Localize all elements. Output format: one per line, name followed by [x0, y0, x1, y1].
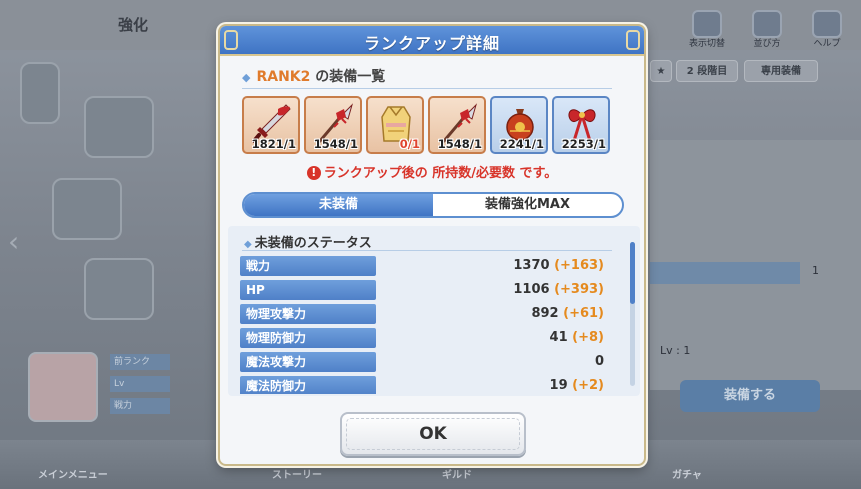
sort-icon[interactable]: [752, 10, 782, 38]
stat-bonus: (+393): [554, 282, 604, 297]
diamond-bullet-icon: ◆: [244, 239, 252, 250]
stat-bonus: (+2): [572, 378, 604, 393]
background-slot: [20, 62, 60, 124]
stat-label: 物理防御力: [240, 328, 376, 348]
stat-number: 892: [531, 306, 559, 321]
stat-label: 魔法防御力: [240, 376, 376, 394]
status-tabs: 未装備 装備強化MAX: [242, 192, 624, 218]
dialog-title: ランクアップ詳細: [363, 34, 500, 53]
exclamation-icon: !: [306, 166, 321, 180]
stat-row: HP 1106 (+393): [240, 280, 612, 300]
sort-label: 並び方: [753, 39, 781, 49]
equipment-slot-5[interactable]: 2241/1: [490, 96, 548, 154]
stat-value: 1106 (+393): [513, 280, 604, 300]
stat-bonus: (+8): [572, 330, 604, 345]
display-toggle-icon[interactable]: [692, 10, 722, 38]
divider: [242, 88, 612, 89]
equipment-slot-6[interactable]: 2253/1: [552, 96, 610, 154]
stat-label: HP: [240, 280, 376, 300]
stat-bonus: (+61): [563, 306, 604, 321]
stats-heading-text: 未装備のステータス: [254, 236, 372, 251]
ok-button[interactable]: OK: [340, 412, 526, 456]
equipment-count: 1548/1: [313, 137, 358, 151]
notice-text: ランクアップ後の 所持数/必要数 です。: [323, 166, 558, 181]
stat-number: 41: [549, 330, 568, 345]
equipment-count: 2241/1: [499, 137, 544, 151]
divider: [242, 250, 612, 251]
stat-row: 物理攻撃力 892 (+61): [240, 304, 612, 324]
diamond-bullet-icon: ◆: [242, 71, 251, 84]
stat-value: 1370 (+163): [513, 256, 604, 276]
background-chip-star[interactable]: ★: [650, 60, 672, 82]
equipment-count: 1821/1: [251, 137, 296, 151]
equipment-list-suffix: の装備一覧: [310, 69, 386, 85]
stat-number: 1370: [513, 258, 550, 273]
stats-scrollbar[interactable]: [630, 242, 635, 386]
equipment-count: 2253/1: [561, 137, 606, 151]
equipment-slot-4[interactable]: 1548/1: [428, 96, 486, 154]
equipment-list-heading: ◆ RANK2 の装備一覧: [242, 66, 385, 86]
stats-panel: ◆ 未装備のステータス 戦力 1370 (+163) HP 1106 (+393)…: [228, 226, 640, 396]
rank-up-details-dialog: ランクアップ詳細 ◆ RANK2 の装備一覧 1821/1 1548/1 0/1…: [218, 24, 646, 466]
background-tab-label[interactable]: 強化: [118, 14, 148, 35]
stat-row: 戦力 1370 (+163): [240, 256, 612, 276]
stat-value: 41 (+8): [550, 328, 604, 348]
rank-label: RANK2: [256, 69, 311, 85]
stat-row: 魔法防御力 19 (+2): [240, 376, 612, 394]
tab-equip-enhance-max[interactable]: 装備強化MAX: [433, 194, 622, 216]
background-chip-stage[interactable]: 2 段階目: [676, 60, 738, 82]
stat-bonus: (+163): [554, 258, 604, 273]
left-arrow-icon[interactable]: ‹: [8, 225, 19, 258]
help-label: ヘルプ: [813, 39, 841, 49]
stat-value: 0: [595, 352, 604, 372]
display-toggle-label: 表示切替: [688, 39, 725, 49]
shortage-notice: ! ランクアップ後の 所持数/必要数 です。: [220, 162, 644, 181]
background-row: [650, 262, 800, 284]
equipment-count: 1548/1: [437, 137, 482, 151]
background-right-level: Lv : 1: [660, 344, 691, 357]
equipment-slot-2[interactable]: 1548/1: [304, 96, 362, 154]
background-bottom-label[interactable]: ガチャ: [672, 466, 702, 481]
background-slot: [84, 258, 154, 320]
stat-row: 魔法攻撃力 0: [240, 352, 612, 372]
background-right-value: 1: [812, 264, 819, 277]
background-bottom-label[interactable]: ストーリー: [272, 466, 322, 481]
background-bottom-label[interactable]: ギルド: [442, 466, 472, 481]
stats-heading: ◆ 未装備のステータス: [244, 232, 372, 251]
background-stat-label: Lv: [110, 376, 170, 392]
stat-number: 1106: [513, 282, 550, 297]
background-slot: [52, 178, 122, 240]
equipment-count: 0/1: [399, 137, 420, 151]
stat-label: 戦力: [240, 256, 376, 276]
tab-unequipped[interactable]: 未装備: [244, 194, 433, 216]
background-character-portrait: [28, 352, 98, 422]
stat-number: 19: [549, 378, 568, 393]
help-icon[interactable]: [812, 10, 842, 38]
stat-label: 魔法攻撃力: [240, 352, 376, 372]
background-equip-button[interactable]: 装備する: [680, 380, 820, 412]
background-stat-label: 戦力: [110, 398, 170, 414]
stat-value: 19 (+2): [550, 376, 604, 394]
scrollbar-thumb[interactable]: [630, 242, 635, 304]
background-chip-unique-equip[interactable]: 専用装備: [744, 60, 818, 82]
equipment-list: 1821/1 1548/1 0/1 1548/1 2241/1 2253/1: [242, 96, 610, 154]
stat-number: 0: [594, 354, 604, 369]
stat-row: 物理防御力 41 (+8): [240, 328, 612, 348]
dialog-header: ランクアップ詳細: [220, 26, 644, 56]
background-slot: [84, 96, 154, 158]
stat-value: 892 (+61): [531, 304, 604, 324]
background-stat-label: 前ランク: [110, 354, 170, 370]
background-bottom-label[interactable]: メインメニュー: [38, 466, 108, 481]
stat-label: 物理攻撃力: [240, 304, 376, 324]
equipment-slot-3[interactable]: 0/1: [366, 96, 424, 154]
equipment-slot-1[interactable]: 1821/1: [242, 96, 300, 154]
